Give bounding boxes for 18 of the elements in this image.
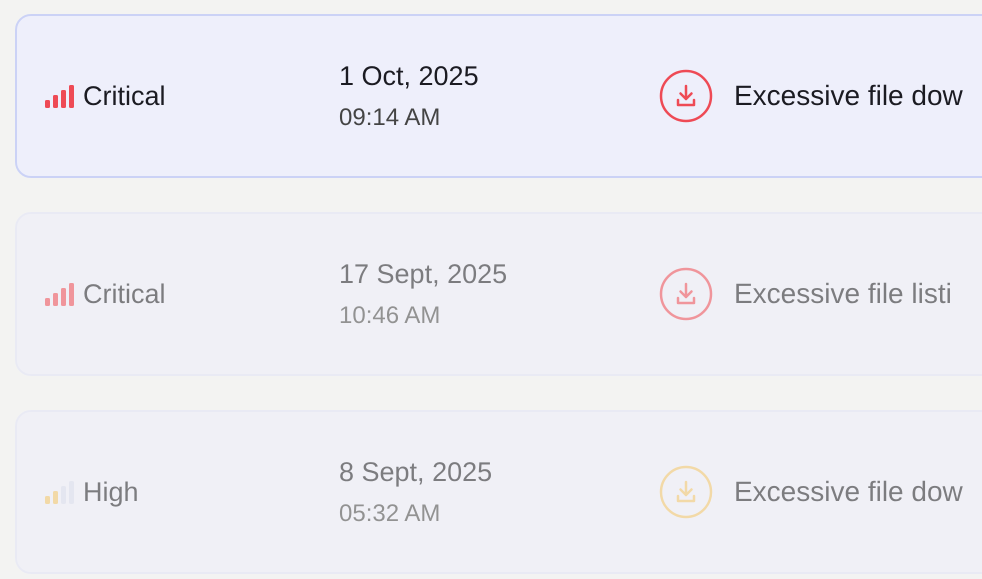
download-icon [659,465,713,519]
alert-description: Excessive file dow [734,80,963,112]
severity-label: Critical [83,80,166,112]
alert-date: 8 Sept, 2025 [339,456,494,488]
alert-time: 10:46 AM [339,302,442,330]
alert-card[interactable]: Critical 1 Oct, 2025 09:14 AM Excessive file dow [15,14,982,178]
download-icon [659,267,713,321]
alert-time: 09:14 AM [339,104,442,132]
download-icon [659,69,713,123]
alert-time: 05:32 AM [339,500,442,528]
alert-description: Excessive file dow [734,476,963,508]
alert-date: 1 Oct, 2025 [339,60,480,92]
severity-label: High [83,476,139,508]
alert-description: Excessive file listi [734,278,952,310]
alert-card[interactable]: Critical 17 Sept, 2025 10:46 AM Excessive file listi [15,212,982,376]
alert-date: 17 Sept, 2025 [339,258,508,290]
severity-label: Critical [83,278,166,310]
alert-card[interactable]: High 8 Sept, 2025 05:32 AM Excessive file dow [15,410,982,574]
